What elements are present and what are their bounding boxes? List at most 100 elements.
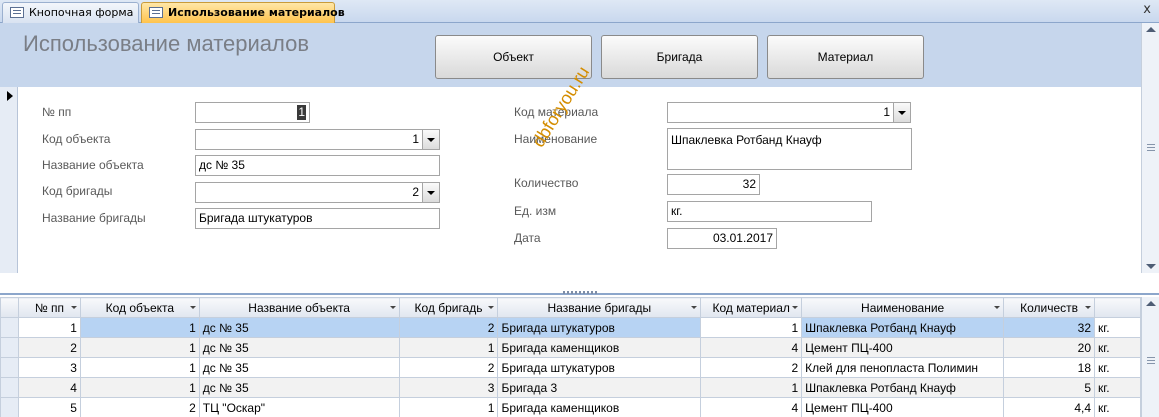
col-header-brig-code[interactable]: Код бригадь — [398, 297, 499, 318]
cell-mat-code[interactable]: 1 — [700, 377, 803, 398]
cell-name[interactable]: Шпаклевка Ротбанд Кнауф — [801, 377, 1005, 398]
scroll-up-icon[interactable] — [1146, 27, 1156, 32]
chevron-down-icon[interactable] — [792, 306, 799, 309]
cell-brig-code[interactable]: 1 — [398, 397, 499, 417]
cell-obj-code[interactable]: 2 — [79, 397, 200, 417]
split-form-divider[interactable] — [0, 273, 1159, 295]
scroll-up-icon[interactable] — [1146, 301, 1156, 306]
scroll-thumb-grip-icon[interactable] — [1147, 144, 1155, 151]
cell-obj-code[interactable]: 1 — [79, 377, 200, 398]
cell-qty[interactable]: 4,4 — [1003, 397, 1096, 417]
table-row[interactable]: 2 1 дс № 35 1 Бригада каменщиков 4 Цемент ПЦ-4… — [0, 337, 1141, 358]
cell-mat-code[interactable]: 2 — [700, 357, 803, 378]
cell-obj-name[interactable]: дс № 35 — [198, 357, 400, 378]
cell-np[interactable]: 4 — [17, 377, 81, 398]
cell-np[interactable]: 1 — [17, 317, 81, 338]
record-selector[interactable] — [0, 87, 18, 273]
tab-materials-usage[interactable]: Использование материалов — [141, 2, 345, 23]
cell-name[interactable]: Шпаклевка Ротбанд Кнауф — [801, 317, 1005, 338]
qty-field[interactable]: 32 — [667, 174, 760, 195]
cell-unit[interactable]: кг. — [1094, 317, 1141, 338]
row-selector[interactable] — [0, 317, 19, 338]
cell-brig-code[interactable]: 3 — [398, 377, 499, 398]
chevron-down-icon[interactable] — [1085, 306, 1092, 309]
brig-code-combo[interactable]: 2 — [195, 182, 440, 203]
col-header-mat-code[interactable]: Код материал — [700, 297, 803, 318]
col-header-qty[interactable]: Количеств — [1003, 297, 1096, 318]
chevron-down-icon[interactable] — [994, 306, 1001, 309]
row-selector[interactable] — [0, 397, 19, 417]
chevron-down-icon[interactable] — [893, 103, 910, 122]
cell-obj-name[interactable]: дс № 35 — [198, 317, 400, 338]
col-header-brig-name[interactable]: Название бригады — [497, 297, 702, 318]
cell-obj-code[interactable]: 1 — [79, 337, 200, 358]
np-field[interactable]: 1 — [195, 102, 310, 123]
row-selector[interactable] — [0, 357, 19, 378]
cell-qty[interactable]: 5 — [1003, 377, 1096, 398]
cell-brig-code[interactable]: 2 — [398, 317, 499, 338]
table-row[interactable]: 4 1 дс № 35 3 Бригада 3 1 Шпаклевка Ротбанд Кн… — [0, 377, 1141, 398]
cell-np[interactable]: 2 — [17, 337, 81, 358]
tab-switchboard[interactable]: Кнопочная форма — [2, 2, 139, 23]
datasheet-vertical-scrollbar[interactable] — [1141, 297, 1159, 417]
col-header-name[interactable]: Наименование — [801, 297, 1005, 318]
name-field[interactable]: Шпаклевка Ротбанд Кнауф — [667, 128, 912, 170]
cell-mat-code[interactable]: 4 — [700, 337, 803, 358]
cell-brig-name[interactable]: Бригада штукатуров — [497, 357, 702, 378]
obj-code-combo[interactable]: 1 — [195, 129, 440, 150]
cell-unit[interactable]: кг. — [1094, 397, 1141, 417]
cell-obj-code[interactable]: 1 — [79, 357, 200, 378]
scroll-down-icon[interactable] — [1146, 264, 1156, 269]
table-row[interactable]: 3 1 дс № 35 2 Бригада штукатуров 2 Клей для пе… — [0, 357, 1141, 378]
cell-obj-name[interactable]: дс № 35 — [198, 337, 400, 358]
cell-np[interactable]: 5 — [17, 397, 81, 417]
chevron-down-icon[interactable] — [691, 306, 698, 309]
chevron-down-icon[interactable] — [389, 306, 396, 309]
cell-brig-code[interactable]: 1 — [398, 337, 499, 358]
cell-brig-name[interactable]: Бригада каменщиков — [497, 397, 702, 417]
chevron-down-icon[interactable] — [422, 130, 439, 149]
material-button[interactable]: Материал — [767, 35, 924, 79]
obj-name-field[interactable]: дс № 35 — [195, 155, 440, 176]
brig-name-field[interactable]: Бригада штукатуров — [195, 208, 440, 229]
cell-mat-code[interactable]: 4 — [700, 397, 803, 417]
col-header-obj-code[interactable]: Код объекта — [79, 297, 200, 318]
cell-brig-name[interactable]: Бригада 3 — [497, 377, 702, 398]
cell-brig-code[interactable]: 2 — [398, 357, 499, 378]
close-icon[interactable]: x — [1143, 3, 1151, 17]
form-vertical-scrollbar[interactable] — [1141, 23, 1159, 273]
chevron-down-icon[interactable] — [488, 306, 495, 309]
unit-field[interactable]: кг. — [667, 201, 872, 222]
cell-brig-name[interactable]: Бригада штукатуров — [497, 317, 702, 338]
select-all-cell[interactable] — [0, 297, 19, 318]
cell-name[interactable]: Цемент ПЦ-400 — [801, 337, 1005, 358]
chevron-down-icon[interactable] — [70, 306, 77, 309]
cell-qty[interactable]: 20 — [1003, 337, 1096, 358]
cell-obj-name[interactable]: дс № 35 — [198, 377, 400, 398]
cell-obj-name[interactable]: ТЦ "Оскар" — [198, 397, 400, 417]
scroll-thumb-grip-icon[interactable] — [1147, 357, 1155, 364]
chevron-down-icon[interactable] — [189, 306, 196, 309]
col-header-np[interactable]: № пп — [17, 297, 81, 318]
cell-unit[interactable]: кг. — [1094, 337, 1141, 358]
splitter-grip-icon[interactable] — [563, 291, 597, 294]
col-header-unit[interactable] — [1094, 297, 1141, 318]
cell-name[interactable]: Цемент ПЦ-400 — [801, 397, 1005, 417]
cell-obj-code[interactable]: 1 — [79, 317, 200, 338]
table-row[interactable]: 1 1 дс № 35 2 Бригада штукатуров 1 Шпаклевка Р… — [0, 317, 1141, 338]
cell-unit[interactable]: кг. — [1094, 377, 1141, 398]
col-header-obj-name[interactable]: Название объекта — [198, 297, 400, 318]
cell-name[interactable]: Клей для пенопласта Полимин — [801, 357, 1005, 378]
object-button[interactable]: Объект — [435, 35, 592, 79]
cell-unit[interactable]: кг. — [1094, 357, 1141, 378]
cell-qty[interactable]: 32 — [1003, 317, 1096, 338]
row-selector[interactable] — [0, 337, 19, 358]
cell-brig-name[interactable]: Бригада каменщиков — [497, 337, 702, 358]
brigade-button[interactable]: Бригада — [601, 35, 758, 79]
row-selector[interactable] — [0, 377, 19, 398]
chevron-down-icon[interactable] — [422, 183, 439, 202]
cell-qty[interactable]: 18 — [1003, 357, 1096, 378]
date-field[interactable]: 03.01.2017 — [667, 228, 777, 249]
cell-mat-code[interactable]: 1 — [700, 317, 803, 338]
cell-np[interactable]: 3 — [17, 357, 81, 378]
